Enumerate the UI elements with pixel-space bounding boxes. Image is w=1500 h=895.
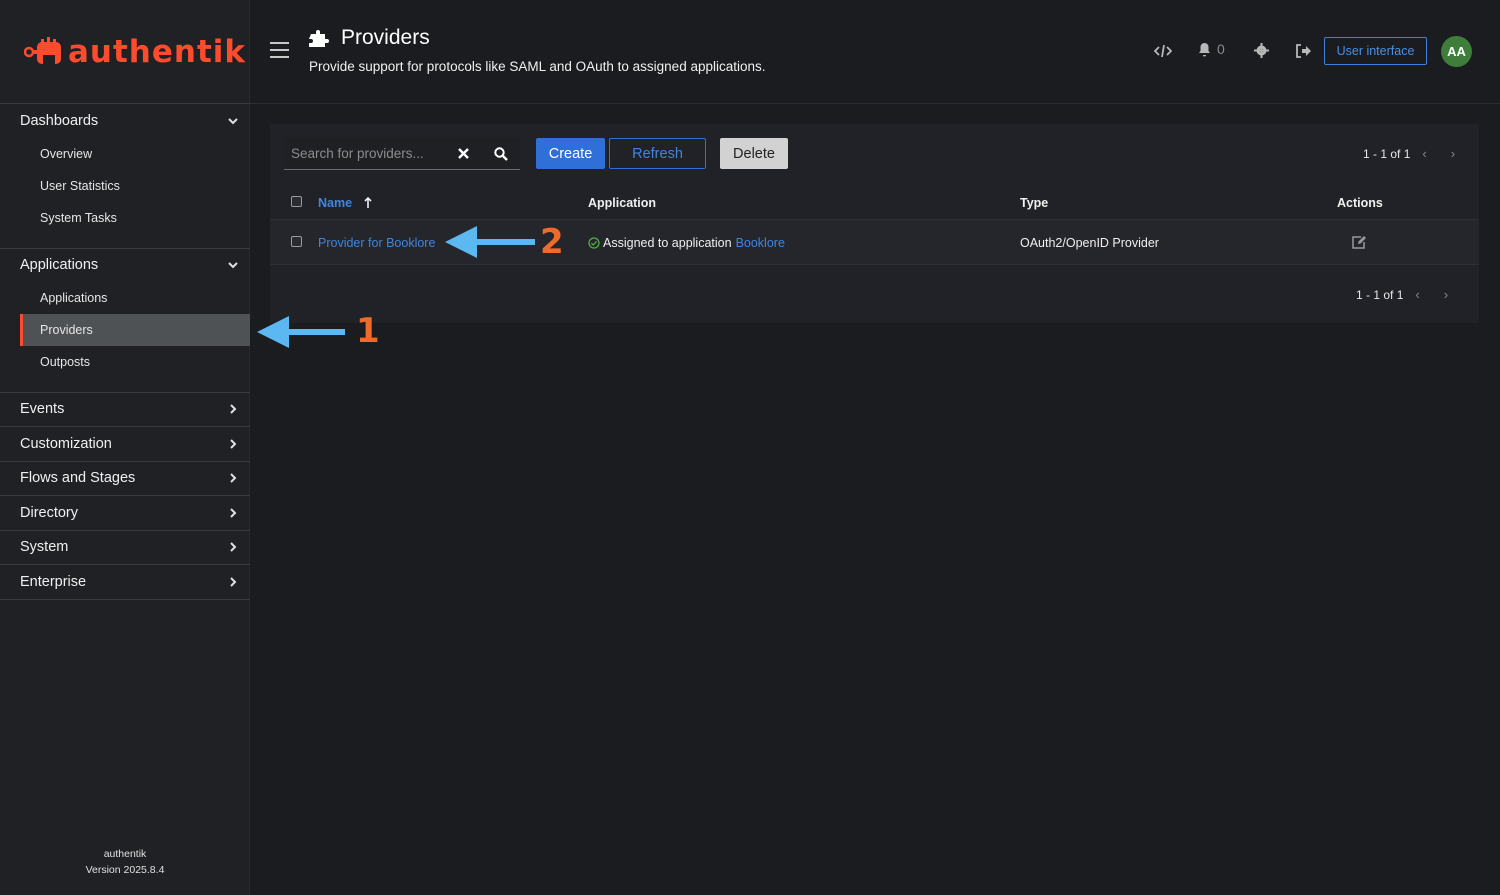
column-header-name[interactable]: Name	[318, 196, 372, 210]
page-subtitle: Provide support for protocols like SAML …	[309, 59, 766, 74]
sidebar-section-applications[interactable]: Applications	[0, 248, 250, 282]
application-cell: Assigned to application Booklore	[588, 236, 785, 250]
delete-button[interactable]: Delete	[720, 138, 788, 169]
clear-search-button[interactable]	[444, 138, 482, 170]
pagination-bottom: 1 - 1 of 1 ‹ ›	[1356, 287, 1448, 302]
footer-product-name: authentik	[103, 848, 147, 860]
sidebar-section-label: Flows and Stages	[20, 470, 136, 486]
chevron-left-icon[interactable]: ‹	[1422, 146, 1426, 161]
pagination-label: 1 - 1 of 1	[1363, 146, 1411, 161]
sidebar-section-flows-and-stages[interactable]: Flows and Stages	[0, 461, 250, 495]
sidebar: authentik Dashboards Overview User Stati…	[0, 0, 250, 895]
brand-logo[interactable]: authentik	[24, 34, 246, 70]
sidebar-item-providers[interactable]: Providers	[20, 314, 250, 346]
sidebar-section-label: Events	[20, 401, 65, 417]
authentik-logo-icon	[24, 37, 61, 64]
notifications-button[interactable]: 0	[1198, 41, 1225, 57]
column-header-actions: Actions	[1337, 196, 1383, 210]
search-button[interactable]	[482, 138, 520, 170]
column-header-application: Application	[588, 196, 657, 210]
sidebar-section-label: Applications	[20, 257, 99, 273]
sidebar-section-label: Enterprise	[20, 574, 87, 590]
sidebar-section-label: Customization	[20, 436, 112, 452]
sidebar-item-outposts[interactable]: Outposts	[20, 346, 250, 378]
chevron-right-icon	[230, 404, 237, 414]
column-header-type: Type	[1020, 196, 1049, 210]
bell-icon	[1199, 42, 1210, 56]
sidebar-section-events[interactable]: Events	[0, 392, 250, 426]
sidebar-item-overview[interactable]: Overview	[20, 138, 250, 170]
notification-count: 0	[1217, 41, 1225, 57]
sidebar-section-directory[interactable]: Directory	[0, 496, 250, 530]
sidebar-section-customization[interactable]: Customization	[0, 427, 250, 461]
puzzle-icon	[309, 30, 329, 47]
chevron-down-icon	[228, 262, 238, 269]
select-all-checkbox[interactable]	[291, 196, 302, 207]
divider	[0, 599, 250, 600]
sign-out-icon[interactable]	[1295, 44, 1311, 58]
application-assigned-text: Assigned to application	[603, 236, 732, 250]
annotation-number-1: 1	[356, 311, 380, 351]
search-box	[284, 138, 444, 170]
provider-type: OAuth2/OpenID Provider	[1020, 236, 1159, 250]
brand-name: authentik	[68, 34, 247, 70]
sidebar-section-label: Dashboards	[20, 113, 99, 129]
avatar[interactable]: AA	[1441, 36, 1472, 67]
refresh-button[interactable]: Refresh	[609, 138, 706, 169]
create-button[interactable]: Create	[536, 138, 605, 169]
search-icon	[494, 146, 508, 161]
sort-ascending-icon	[364, 197, 372, 208]
provider-name-link[interactable]: Provider for Booklore	[318, 236, 435, 250]
sidebar-item-system-tasks[interactable]: System Tasks	[20, 202, 250, 234]
sidebar-section-enterprise[interactable]: Enterprise	[0, 565, 250, 599]
column-header-label: Name	[318, 196, 353, 210]
check-circle-icon	[588, 237, 600, 249]
sidebar-section-system[interactable]: System	[0, 530, 250, 564]
page-header: Providers Provide support for protocols …	[250, 0, 1500, 104]
pagination-label: 1 - 1 of 1	[1356, 287, 1404, 302]
row-checkbox[interactable]	[291, 236, 302, 247]
application-link[interactable]: Booklore	[736, 236, 785, 250]
menu-toggle-icon[interactable]	[270, 42, 289, 58]
chevron-right-icon	[230, 542, 237, 552]
gear-icon[interactable]	[1254, 43, 1269, 58]
annotation-number-2: 2	[540, 222, 564, 262]
pagination-top: 1 - 1 of 1 ‹ ›	[1363, 146, 1455, 161]
page-title: Providers	[341, 26, 430, 49]
chevron-right-icon	[230, 577, 237, 587]
chevron-right-icon	[230, 439, 237, 449]
footer-version: Version 2025.8.4	[85, 864, 165, 876]
annotation-arrow-2	[445, 226, 535, 258]
chevron-right-icon[interactable]: ›	[1444, 287, 1448, 302]
chevron-right-icon	[230, 508, 237, 518]
chevron-down-icon	[228, 118, 238, 125]
close-icon	[457, 148, 469, 159]
sidebar-section-label: Directory	[20, 505, 79, 521]
sidebar-item-user-statistics[interactable]: User Statistics	[20, 170, 250, 202]
chevron-right-icon	[230, 473, 237, 483]
sidebar-section-label: System	[20, 539, 69, 555]
sidebar-section-dashboards[interactable]: Dashboards	[0, 104, 250, 138]
chevron-left-icon[interactable]: ‹	[1415, 287, 1419, 302]
annotation-arrow-1	[257, 316, 345, 348]
edit-icon[interactable]	[1351, 235, 1367, 249]
user-interface-button[interactable]: User interface	[1324, 37, 1427, 65]
chevron-right-icon[interactable]: ›	[1451, 146, 1455, 161]
code-icon[interactable]	[1154, 44, 1172, 58]
sidebar-item-applications[interactable]: Applications	[20, 282, 250, 314]
search-input[interactable]	[291, 146, 441, 161]
